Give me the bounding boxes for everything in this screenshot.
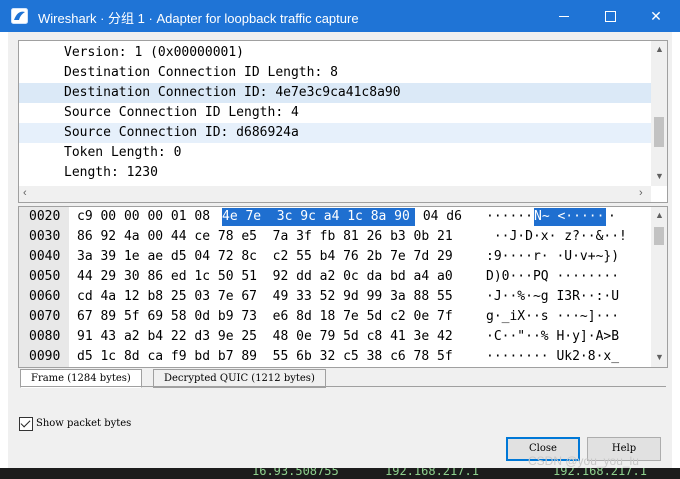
scrollbar-thumb[interactable] (654, 227, 664, 245)
tree-item[interactable]: Token Length: 0 (19, 143, 651, 163)
dialog-client-area: Version: 1 (0x00000001) Destination Conn… (8, 32, 672, 468)
scroll-right-arrow-icon[interactable]: › (639, 188, 643, 199)
tree-item[interactable]: Length: 1230 (19, 163, 651, 183)
bytes-row[interactable]: 0080 91 43 a2 b4 22 d3 9e 25 48 0e 79 5d… (19, 327, 651, 347)
tree-item[interactable]: Destination Connection ID Length: 8 (19, 63, 651, 83)
scroll-up-arrow-icon[interactable]: ▲ (655, 45, 664, 54)
tab-divider (20, 386, 666, 387)
scroll-left-arrow-icon[interactable]: ‹ (23, 188, 27, 199)
bytes-row[interactable]: 0020 c9 00 00 00 01 08 4e 7e 3c 9c a4 1c… (19, 207, 651, 227)
packet-bytes-pane[interactable]: 0020 c9 00 00 00 01 08 4e 7e 3c 9c a4 1c… (18, 206, 668, 368)
tree-vertical-scrollbar[interactable]: ▲ ▼ (651, 41, 667, 186)
bytes-row[interactable]: 0070 67 89 5f 69 58 0d b9 73 e6 8d 18 7e… (19, 307, 651, 327)
tree-item-selected[interactable]: Destination Connection ID: 4e7e3c9ca41c8… (19, 83, 651, 103)
bytes-row[interactable]: 0040 3a 39 1e ae d5 04 72 8c c2 55 b4 76… (19, 247, 651, 267)
close-window-button[interactable] (633, 0, 679, 32)
title-bar: Wireshark · 分组 1 · Adapter for loopback … (0, 0, 680, 32)
bytes-row[interactable]: 0050 44 29 30 86 ed 1c 50 51 92 dd a2 0c… (19, 267, 651, 287)
bytes-row[interactable]: 0090 d5 1c 8d ca f9 bd b7 89 55 6b 32 c5… (19, 347, 651, 367)
show-packet-bytes-label: Show packet bytes (36, 418, 132, 429)
bytes-row[interactable]: 0060 cd 4a 12 b8 25 03 7e 67 49 33 52 9d… (19, 287, 651, 307)
maximize-button[interactable] (587, 0, 633, 32)
scroll-down-arrow-icon[interactable]: ▼ (655, 353, 664, 362)
scroll-down-arrow-icon[interactable]: ▼ (655, 172, 664, 181)
scrollbar-thumb[interactable] (654, 117, 664, 147)
background-packet-list: 16.93.508755 192.168.217.1 192.168.217.1 (0, 468, 680, 479)
show-packet-bytes-checkbox[interactable] (19, 417, 33, 431)
tree-item[interactable]: Version: 1 (0x00000001) (19, 43, 651, 63)
tree-horizontal-scrollbar[interactable]: ‹ › (19, 186, 651, 202)
window-title: Wireshark · 分组 1 · Adapter for loopback … (38, 11, 359, 26)
wireshark-fin-icon (11, 8, 28, 24)
bytes-vertical-scrollbar[interactable]: ▲ ▼ (651, 207, 667, 367)
watermark: CSDN @you_you_lu (528, 454, 639, 468)
minimize-button[interactable] (541, 0, 587, 32)
tree-item[interactable]: Source Connection ID Length: 4 (19, 103, 651, 123)
scroll-up-arrow-icon[interactable]: ▲ (655, 211, 664, 220)
tree-item[interactable]: Source Connection ID: d686924a (19, 123, 651, 143)
bytes-row[interactable]: 0030 86 92 4a 00 44 ce 78 e5 7a 3f fb 81… (19, 227, 651, 247)
packet-details-tree[interactable]: Version: 1 (0x00000001) Destination Conn… (18, 40, 668, 203)
